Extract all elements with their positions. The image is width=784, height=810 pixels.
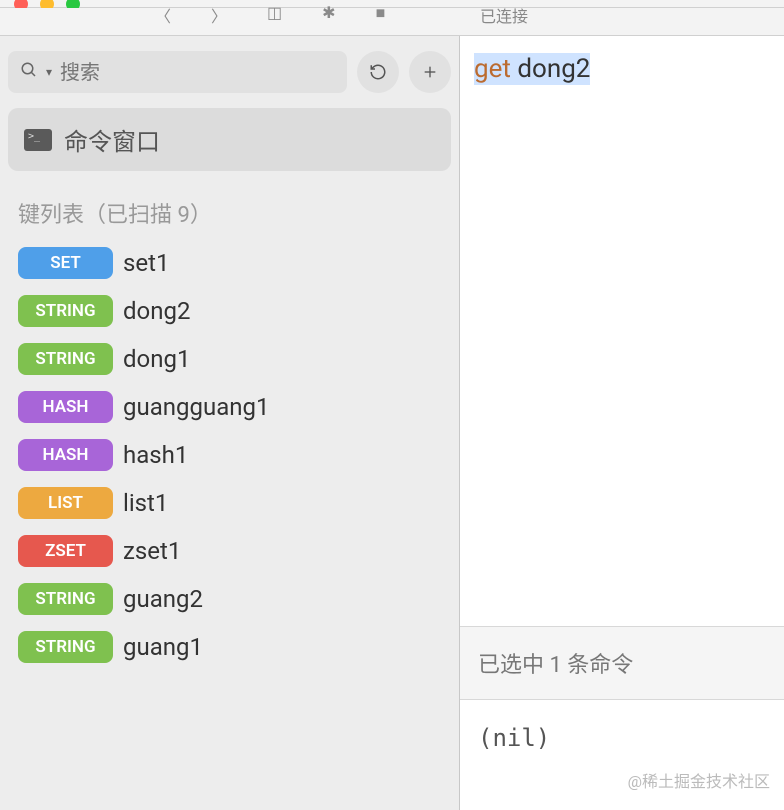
key-row[interactable]: STRING dong1: [0, 335, 459, 383]
key-row[interactable]: STRING guang1: [0, 623, 459, 671]
search-input[interactable]: [60, 60, 335, 84]
type-badge: HASH: [18, 391, 113, 423]
refresh-button[interactable]: [357, 51, 399, 93]
connection-status: 已连接: [480, 3, 528, 27]
command-window-item[interactable]: >_ 命令窗口: [8, 108, 451, 171]
key-name: guangguang1: [123, 393, 269, 421]
back-icon[interactable]: 〈: [155, 3, 171, 27]
key-name: hash1: [123, 441, 188, 469]
selection-status: 已选中 1 条命令: [460, 626, 784, 700]
type-badge: LIST: [18, 487, 113, 519]
type-badge: STRING: [18, 583, 113, 615]
keylist-header: 键列表（已扫描 9）: [0, 187, 459, 239]
command-display[interactable]: get dong2: [460, 36, 784, 626]
key-name: set1: [123, 249, 169, 277]
key-name: zset1: [123, 537, 181, 565]
sidebar-toggle-icon[interactable]: ◫: [267, 3, 282, 27]
type-badge: STRING: [18, 295, 113, 327]
key-name: guang2: [123, 585, 203, 613]
search-box[interactable]: ▾: [8, 51, 347, 93]
type-badge: SET: [18, 247, 113, 279]
type-badge: ZSET: [18, 535, 113, 567]
search-icon: [20, 61, 38, 84]
add-button[interactable]: [409, 51, 451, 93]
key-name: dong2: [123, 297, 190, 325]
command-keyword: get: [474, 54, 511, 84]
terminal-icon: >_: [24, 129, 52, 151]
key-row[interactable]: ZSET zset1: [0, 527, 459, 575]
key-row[interactable]: HASH hash1: [0, 431, 459, 479]
key-name: list1: [123, 489, 168, 517]
type-badge: HASH: [18, 439, 113, 471]
stop-icon[interactable]: ■: [376, 3, 386, 27]
key-name: guang1: [123, 633, 203, 661]
titlebar: [0, 0, 784, 8]
forward-icon[interactable]: 〉: [211, 3, 227, 27]
key-row[interactable]: SET set1: [0, 239, 459, 287]
key-name: dong1: [123, 345, 190, 373]
key-row[interactable]: LIST list1: [0, 479, 459, 527]
result-output: (nil): [460, 700, 784, 810]
settings-icon[interactable]: ✱: [322, 3, 335, 27]
command-window-label: 命令窗口: [64, 122, 160, 157]
sidebar: ▾ >_ 命令窗口 键列表（已扫描 9） SETset1STRINGdong2S…: [0, 36, 460, 810]
key-row[interactable]: STRING guang2: [0, 575, 459, 623]
content-area: get dong2 已选中 1 条命令 (nil): [460, 36, 784, 810]
type-badge: STRING: [18, 343, 113, 375]
toolbar: 〈 〉 ◫ ✱ ■ 已连接: [0, 8, 784, 36]
type-badge: STRING: [18, 631, 113, 663]
key-row[interactable]: HASH guangguang1: [0, 383, 459, 431]
command-arg: dong2: [517, 54, 590, 84]
key-row[interactable]: STRING dong2: [0, 287, 459, 335]
watermark: @稀土掘金技术社区: [628, 768, 770, 792]
chevron-down-icon[interactable]: ▾: [46, 65, 52, 79]
